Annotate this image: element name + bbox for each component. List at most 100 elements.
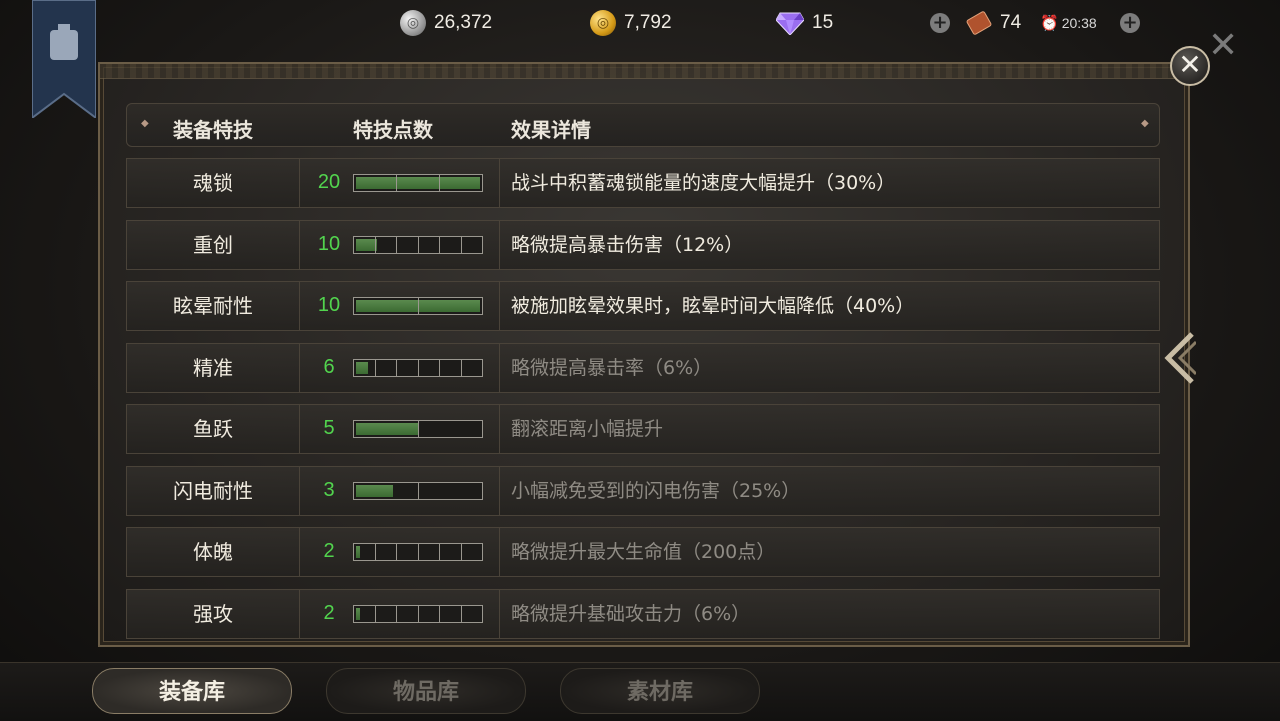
progress-segment bbox=[419, 483, 483, 499]
skill-points-value: 2 bbox=[323, 540, 335, 562]
skill-points-cell: 2 bbox=[299, 528, 500, 576]
skill-points-value: 5 bbox=[323, 417, 335, 439]
skill-name: 体魄 bbox=[127, 528, 300, 576]
gem-currency: 15 bbox=[776, 8, 833, 38]
skill-points-value: 10 bbox=[317, 294, 341, 316]
ticket-currency: 74 bbox=[966, 8, 1021, 38]
skill-progress-bar bbox=[353, 420, 483, 438]
table-row[interactable]: 眩晕耐性 10 被施加眩晕效果时，眩晕时间大幅降低（40%） bbox=[126, 281, 1160, 331]
close-button[interactable]: ✕ bbox=[1170, 46, 1210, 86]
progress-segment bbox=[462, 544, 483, 560]
skill-points-value: 3 bbox=[323, 479, 335, 501]
progress-segment bbox=[462, 360, 483, 376]
background-close-icon: ✕ bbox=[1208, 25, 1239, 66]
skill-effect: 翻滚距离小幅提升 bbox=[511, 418, 664, 440]
ticket-amount: 74 bbox=[1000, 12, 1022, 33]
table-row[interactable]: 体魄 2 略微提升最大生命值（200点） bbox=[126, 527, 1160, 577]
progress-segment bbox=[462, 606, 483, 622]
silver-amount: 26,372 bbox=[434, 12, 493, 33]
scroll-icon bbox=[966, 11, 992, 35]
skill-effect: 小幅减免受到的闪电伤害（25%） bbox=[511, 480, 801, 502]
skill-points-value: 2 bbox=[323, 602, 335, 624]
skill-effect: 略微提高暴击率（6%） bbox=[511, 357, 713, 379]
skill-effect: 略微提升基础攻击力（6%） bbox=[511, 603, 751, 625]
skill-points-cell: 5 bbox=[299, 405, 500, 453]
chevron-left-icon[interactable] bbox=[1162, 330, 1196, 386]
table-row[interactable]: 强攻 2 略微提升基础攻击力（6%） bbox=[126, 589, 1160, 639]
progress-segment bbox=[397, 237, 419, 253]
close-icon: ✕ bbox=[1178, 48, 1202, 81]
refresh-timer: ⏰ 20:38 bbox=[1040, 14, 1097, 32]
progress-segment bbox=[354, 483, 419, 499]
progress-segment bbox=[419, 544, 440, 560]
progress-segment bbox=[354, 237, 376, 253]
gold-amount: 7,792 bbox=[624, 12, 672, 33]
currency-bar: ◎ 26,372 ◎ 7,792 15 + 74 ⏰ 20:38 + bbox=[0, 0, 1280, 48]
progress-segment bbox=[440, 606, 462, 622]
progress-segment bbox=[419, 606, 440, 622]
tab-equipment[interactable]: 装备库 bbox=[92, 668, 292, 714]
diamond-ornament-icon: ◆ bbox=[141, 118, 149, 129]
progress-segment bbox=[376, 544, 397, 560]
progress-segment bbox=[440, 544, 462, 560]
tab-materials[interactable]: 素材库 bbox=[560, 668, 760, 714]
progress-segment bbox=[376, 237, 397, 253]
skill-progress-bar bbox=[353, 605, 483, 623]
silver-currency: ◎ 26,372 bbox=[400, 8, 492, 38]
skill-progress-bar bbox=[353, 359, 483, 377]
skill-progress-bar bbox=[353, 482, 483, 500]
table-row[interactable]: 闪电耐性 3 小幅减免受到的闪电伤害（25%） bbox=[126, 466, 1160, 516]
add-gem-button[interactable]: + bbox=[930, 13, 950, 33]
silver-coin-icon: ◎ bbox=[400, 10, 426, 36]
skill-progress-bar bbox=[353, 543, 483, 561]
skill-points-cell: 10 bbox=[299, 221, 500, 269]
skill-name: 闪电耐性 bbox=[127, 467, 300, 515]
skill-name: 眩晕耐性 bbox=[127, 282, 300, 330]
progress-segment bbox=[419, 298, 483, 314]
progress-segment bbox=[462, 237, 483, 253]
skill-progress-bar bbox=[353, 236, 483, 254]
add-ticket-button[interactable]: + bbox=[1120, 13, 1140, 33]
table-header: ◆ 装备特技 特技点数 效果详情 ◆ bbox=[126, 103, 1160, 147]
progress-segment bbox=[397, 606, 419, 622]
skill-points-cell: 10 bbox=[299, 282, 500, 330]
skill-effect: 战斗中积蓄魂锁能量的速度大幅提升（30%） bbox=[511, 172, 896, 194]
table-row[interactable]: 精准 6 略微提高暴击率（6%） bbox=[126, 343, 1160, 393]
skill-progress-bar bbox=[353, 297, 483, 315]
skill-points-value: 20 bbox=[317, 171, 341, 193]
skill-name: 魂锁 bbox=[127, 159, 300, 207]
progress-segment bbox=[354, 606, 376, 622]
skill-points-cell: 3 bbox=[299, 467, 500, 515]
progress-segment bbox=[376, 360, 397, 376]
progress-segment bbox=[354, 544, 376, 560]
progress-segment bbox=[397, 360, 419, 376]
panel-top-ornament bbox=[100, 64, 1188, 79]
skill-progress-bar bbox=[353, 174, 483, 192]
header-points: 特技点数 bbox=[353, 118, 433, 142]
header-skill: 装备特技 bbox=[173, 118, 253, 142]
progress-segment bbox=[440, 360, 462, 376]
skill-effect: 略微提升最大生命值（200点） bbox=[511, 541, 776, 563]
diamond-ornament-icon: ◆ bbox=[1141, 118, 1149, 129]
progress-segment bbox=[397, 544, 419, 560]
skill-name: 强攻 bbox=[127, 590, 300, 638]
gold-currency: ◎ 7,792 bbox=[590, 8, 672, 38]
skill-points-cell: 2 bbox=[299, 590, 500, 638]
progress-segment bbox=[419, 237, 440, 253]
skill-name: 重创 bbox=[127, 221, 300, 269]
diamond-icon bbox=[776, 12, 804, 35]
skill-name: 鱼跃 bbox=[127, 405, 300, 453]
skill-points-value: 10 bbox=[317, 233, 341, 255]
skill-points-value: 6 bbox=[323, 356, 335, 378]
progress-segment bbox=[440, 237, 462, 253]
table-row[interactable]: 鱼跃 5 翻滚距离小幅提升 bbox=[126, 404, 1160, 454]
progress-segment bbox=[354, 360, 376, 376]
tab-items[interactable]: 物品库 bbox=[326, 668, 526, 714]
progress-segment bbox=[354, 298, 419, 314]
progress-segment bbox=[376, 606, 397, 622]
table-row[interactable]: 重创 10 略微提高暴击伤害（12%） bbox=[126, 220, 1160, 270]
progress-segment bbox=[354, 421, 419, 437]
skill-points-cell: 6 bbox=[299, 344, 500, 392]
progress-segment bbox=[419, 421, 483, 437]
table-row[interactable]: 魂锁 20 战斗中积蓄魂锁能量的速度大幅提升（30%） bbox=[126, 158, 1160, 208]
